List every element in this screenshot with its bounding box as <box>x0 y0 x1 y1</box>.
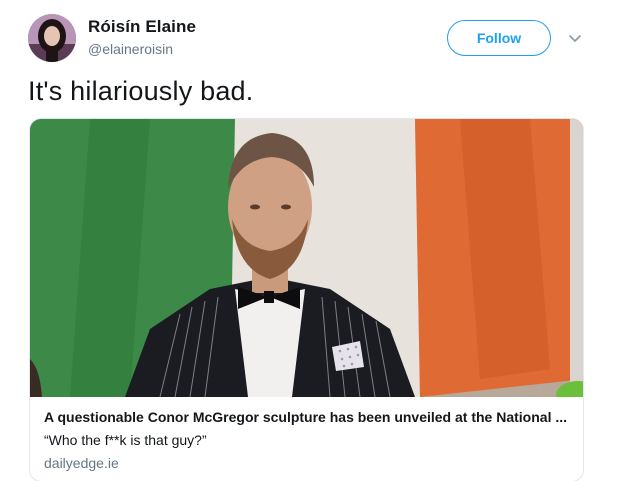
chevron-down-icon[interactable] <box>566 30 584 48</box>
card-image[interactable] <box>30 119 583 397</box>
card-title[interactable]: A questionable Conor McGregor sculpture … <box>44 409 574 425</box>
tweet: Róisín Elaine @elaineroisin Follow It's … <box>0 0 618 481</box>
card-description: “Who the f**k is that guy?” <box>44 432 207 448</box>
display-name[interactable]: Róisín Elaine <box>88 17 196 37</box>
card-domain[interactable]: dailyedge.ie <box>44 455 119 471</box>
avatar[interactable] <box>28 14 76 62</box>
link-card[interactable]: A questionable Conor McGregor sculpture … <box>29 118 584 481</box>
user-handle[interactable]: @elaineroisin <box>88 41 173 57</box>
tweet-text: It's hilariously bad. <box>28 76 254 106</box>
follow-button[interactable]: Follow <box>447 20 551 56</box>
